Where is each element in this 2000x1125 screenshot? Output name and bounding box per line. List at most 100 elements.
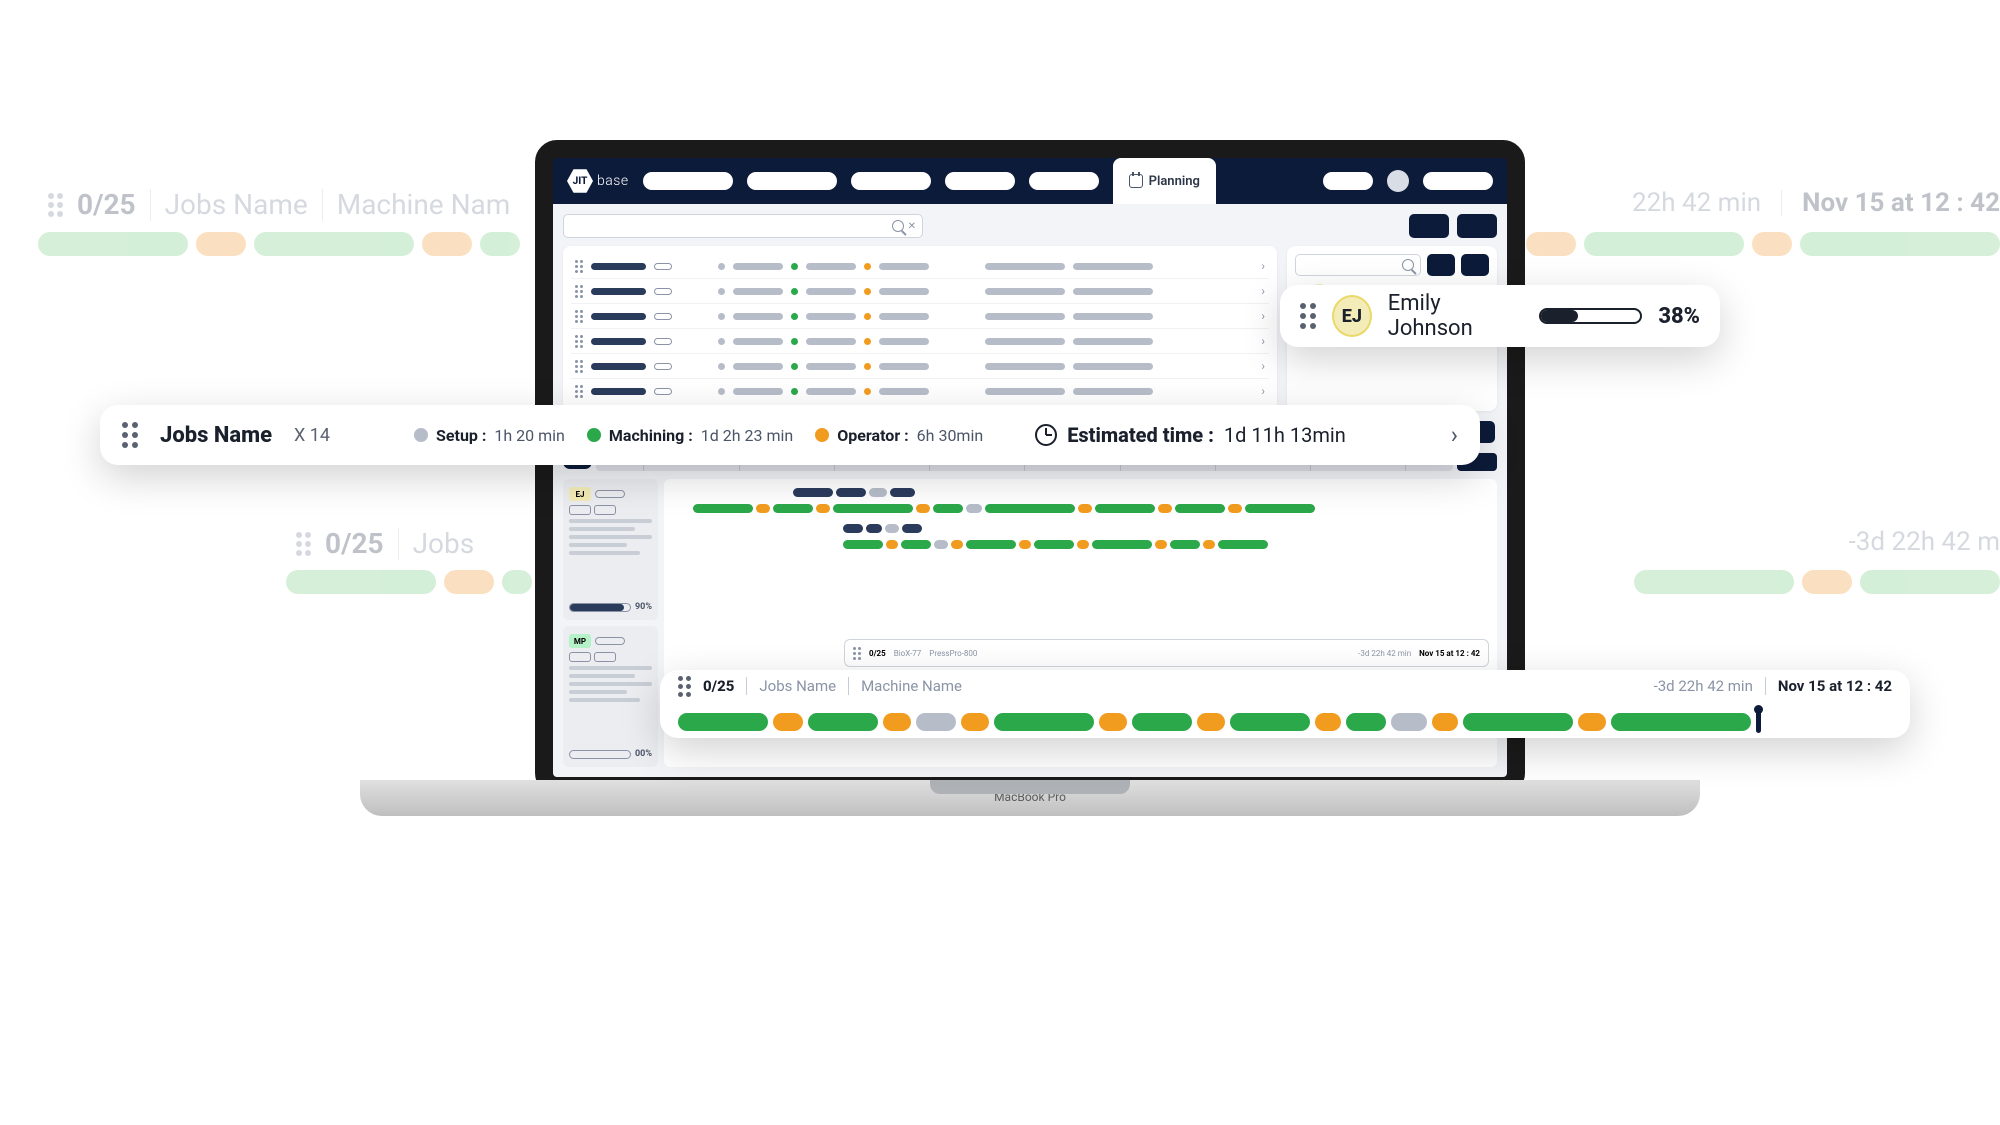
job-quantity: X 14	[294, 425, 330, 446]
tab-label: Planning	[1149, 174, 1200, 189]
separator	[322, 189, 323, 221]
drag-handle-icon[interactable]	[575, 285, 583, 298]
bg-row-2-header: 0/25 Jobs	[296, 527, 474, 560]
chevron-right-icon[interactable]: ›	[1261, 259, 1265, 273]
nav-item[interactable]	[1029, 172, 1099, 190]
machining-metric: Machining : 1d 2h 23 min	[587, 426, 793, 445]
logo[interactable]: JIT base	[567, 168, 629, 194]
bg-row-2-right: -3d 22h 42 m	[1849, 527, 2000, 557]
setup-metric: Setup : 1h 20 min	[414, 426, 565, 445]
drag-handle-icon[interactable]	[575, 260, 583, 273]
time-remaining: -3d 22h 42 m	[1849, 527, 2000, 557]
jobs-list: › ›	[563, 246, 1277, 411]
job-detail-callout: Jobs Name X 14 Setup : 1h 20 min Machini…	[100, 405, 1480, 465]
job-row[interactable]: ›	[571, 254, 1269, 279]
jobs-label: Jobs Name	[165, 188, 308, 221]
action-button[interactable]	[1409, 214, 1449, 238]
bg-row-2-pills	[286, 570, 532, 594]
job-row[interactable]: ›	[571, 379, 1269, 403]
drag-handle-icon	[48, 193, 63, 217]
user-avatar[interactable]	[1387, 170, 1409, 192]
machine-name: PressPro-800	[929, 649, 977, 658]
drag-handle-icon[interactable]	[678, 676, 691, 697]
nav-item[interactable]	[643, 172, 733, 190]
chevron-right-icon[interactable]: ›	[1451, 421, 1458, 449]
time-remaining: 22h 42 min	[1632, 188, 1761, 218]
nav-item[interactable]	[747, 172, 837, 190]
progress-percent: 38%	[1658, 304, 1700, 329]
sort-button[interactable]	[1461, 254, 1489, 276]
jobs-label: Jobs Name	[759, 677, 836, 695]
app-header: JIT base Planning	[553, 158, 1507, 204]
nav-item[interactable]	[1323, 172, 1373, 190]
status-dot-icon	[587, 428, 601, 442]
status-dot-icon	[815, 428, 829, 442]
operator-card[interactable]: EJ 90%	[563, 479, 658, 620]
progress-bar	[1539, 308, 1643, 324]
job-row[interactable]: ›	[571, 304, 1269, 329]
status-dot-icon	[414, 428, 428, 442]
job-name: Jobs Name	[160, 423, 272, 448]
job-count: 0/25	[77, 188, 136, 221]
playhead-icon[interactable]	[1756, 711, 1761, 733]
action-button[interactable]	[1457, 214, 1497, 238]
chevron-right-icon[interactable]: ›	[1261, 384, 1265, 398]
search-icon	[892, 220, 904, 232]
chevron-right-icon[interactable]: ›	[1261, 334, 1265, 348]
bg-row-1-right: 22h 42 min Nov 15 at 12 : 42	[1632, 188, 2000, 218]
search-icon	[1402, 259, 1414, 271]
logo-icon: JIT	[567, 168, 593, 194]
date-label: Nov 15 at 12 : 42	[1802, 188, 2000, 218]
search-input[interactable]: ✕	[563, 214, 923, 238]
time-remaining: -3d 22h 42 min	[1358, 649, 1411, 658]
chevron-right-icon[interactable]: ›	[1261, 309, 1265, 323]
mini-timeline-row[interactable]: 0/25 BioX-77 PressPro-800 -3d 22h 42 min…	[844, 639, 1489, 667]
operator-avatar: EJ	[1332, 295, 1372, 337]
calendar-icon	[1129, 174, 1143, 188]
job-row[interactable]: ›	[571, 279, 1269, 304]
count: 0/25	[869, 649, 886, 658]
clear-icon[interactable]: ✕	[908, 221, 916, 232]
job-id: BioX-77	[894, 649, 922, 658]
job-count: 0/25	[325, 527, 384, 560]
drag-handle-icon[interactable]	[853, 647, 861, 660]
drag-handle-icon[interactable]	[122, 422, 138, 448]
drag-handle-icon[interactable]	[1300, 303, 1316, 329]
operator-metric: Operator : 6h 30min	[815, 426, 983, 445]
tab-planning[interactable]: Planning	[1113, 158, 1216, 204]
timeline-row-callout: 0/25 Jobs Name Machine Name -3d 22h 42 m…	[660, 670, 1910, 738]
laptop-mockup: JIT base Planning ✕	[500, 140, 1560, 860]
job-row[interactable]: ›	[571, 329, 1269, 354]
clock-icon	[1035, 424, 1057, 446]
separator	[150, 189, 151, 221]
timeline-pills	[678, 711, 1892, 733]
machine-label: Machine Name	[861, 677, 962, 695]
date-label: Nov 15 at 12 : 42	[1778, 677, 1892, 695]
separator	[1781, 190, 1782, 216]
job-count: 0/25	[703, 677, 734, 695]
nav-item[interactable]	[945, 172, 1015, 190]
gantt-operator-cards: EJ 90% MP 00%	[563, 479, 658, 767]
estimated-time: Estimated time : 1d 11h 13min	[1035, 423, 1346, 447]
jobs-label: Jobs	[413, 527, 475, 560]
chevron-right-icon[interactable]: ›	[1261, 359, 1265, 373]
drag-handle-icon[interactable]	[575, 385, 583, 398]
drag-handle-icon[interactable]	[575, 310, 583, 323]
bg-row-2-pills-right	[1634, 570, 2000, 594]
filter-button[interactable]	[1427, 254, 1455, 276]
operator-card[interactable]: MP 00%	[563, 626, 658, 767]
bg-row-1-pills	[38, 232, 520, 256]
separator	[1765, 677, 1766, 695]
date-label: Nov 15 at 12 : 42	[1419, 649, 1480, 658]
chevron-right-icon[interactable]: ›	[1261, 284, 1265, 298]
drag-handle-icon[interactable]	[575, 360, 583, 373]
operator-name: Emily Johnson	[1388, 291, 1523, 341]
operator-search[interactable]	[1295, 254, 1421, 276]
separator	[848, 677, 849, 695]
nav-item[interactable]	[851, 172, 931, 190]
time-remaining: -3d 22h 42 min	[1654, 677, 1753, 695]
job-row[interactable]: ›	[571, 354, 1269, 379]
bg-row-1-header: 0/25 Jobs Name Machine Nam	[48, 188, 510, 221]
drag-handle-icon[interactable]	[575, 335, 583, 348]
nav-item[interactable]	[1423, 172, 1493, 190]
